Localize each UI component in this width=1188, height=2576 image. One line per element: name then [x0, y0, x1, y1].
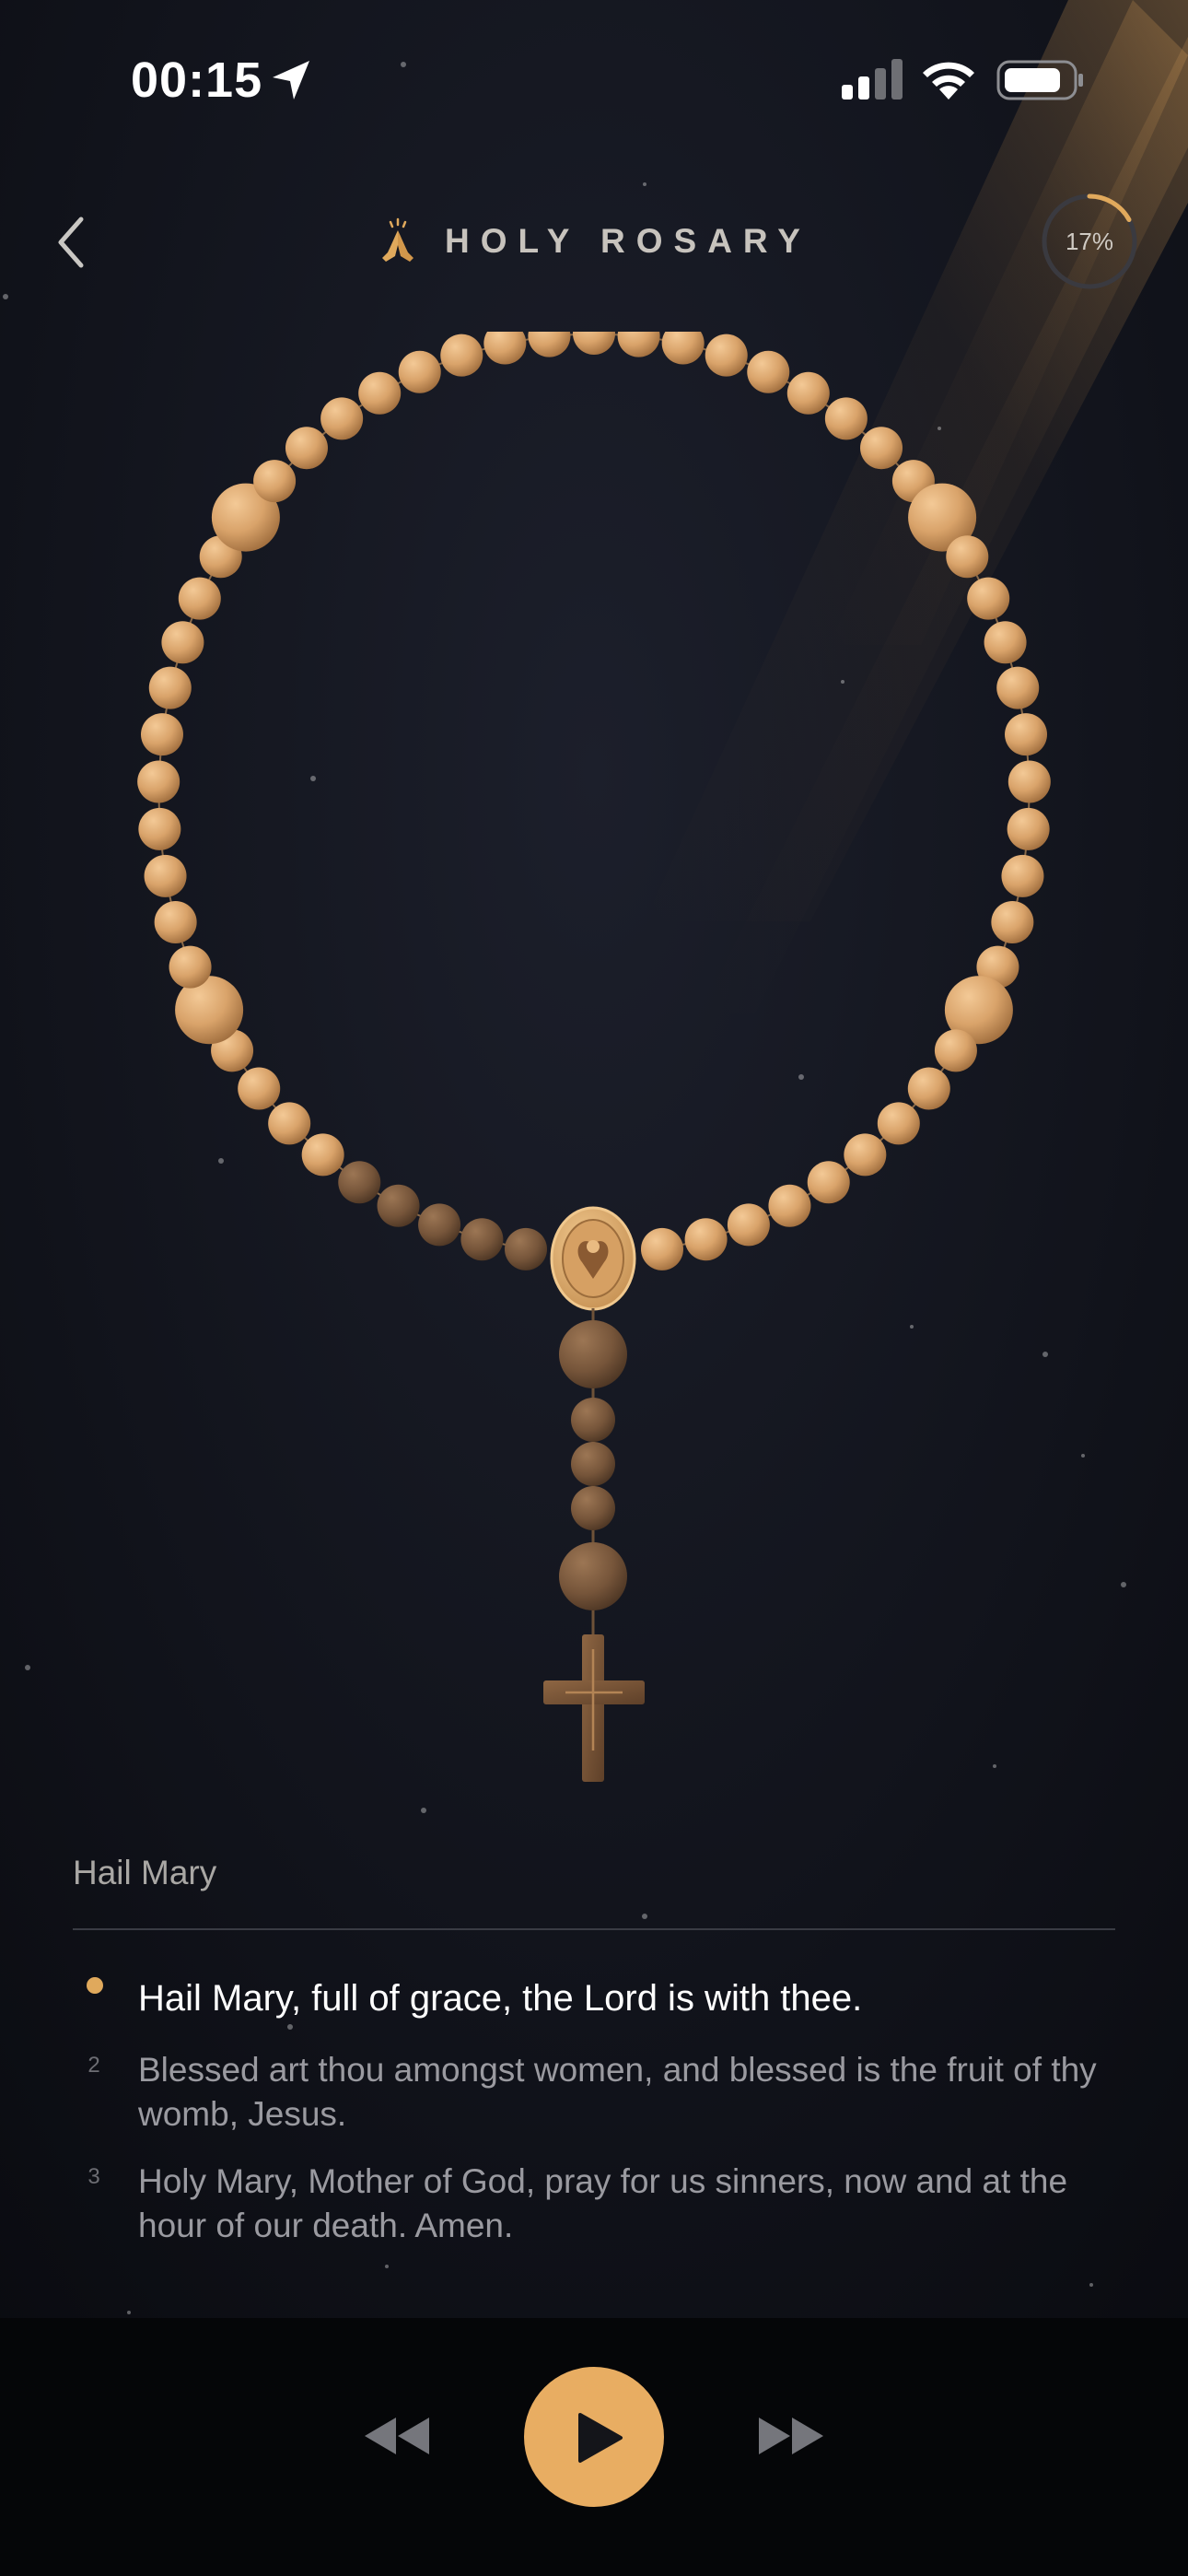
hail-mary-bead: [1001, 854, 1044, 897]
prayer-line[interactable]: Blessed art thou amongst women, and bles…: [138, 2048, 1114, 2137]
bead-prayed: [460, 1218, 504, 1261]
hail-mary-bead: [661, 332, 705, 365]
hail-mary-bead: [996, 666, 1040, 709]
hail-mary-bead: [844, 1133, 887, 1177]
location-arrow-icon: [273, 61, 309, 100]
prayer-name: Hail Mary: [73, 1854, 217, 1891]
hail-mary-bead: [169, 945, 212, 989]
hail-mary-bead: [967, 577, 1010, 620]
progress-percent: 17%: [1065, 227, 1114, 255]
hail-mary-bead: [786, 371, 830, 415]
page-header: HOLY ROSARY: [0, 214, 1188, 269]
divider: [73, 1928, 1115, 1930]
hail-mary-bead: [807, 1161, 850, 1204]
play-icon: [578, 2413, 623, 2463]
hail-mary-bead: [946, 535, 989, 579]
page-title: HOLY ROSARY: [445, 222, 811, 260]
hail-mary-bead: [1007, 760, 1051, 803]
hail-mary-bead: [617, 332, 660, 357]
hail-mary-bead: [440, 334, 483, 377]
bead-prayed: [505, 1227, 548, 1270]
praying-hands-icon: [382, 217, 414, 262]
bead-prayed: [338, 1161, 381, 1204]
line-number: 3: [87, 2164, 100, 2189]
hail-mary-bead: [483, 332, 527, 365]
hail-mary-bead: [148, 666, 192, 709]
rewind-icon[interactable]: [361, 2414, 433, 2458]
hail-mary-bead: [238, 1067, 281, 1110]
hail-mary-bead: [268, 1102, 311, 1145]
prayer-line[interactable]: Holy Mary, Mother of God, pray for us si…: [138, 2160, 1114, 2248]
hail-mary-bead: [991, 900, 1034, 943]
status-time: 00:15: [131, 53, 263, 108]
hail-mary-bead: [398, 350, 441, 393]
current-line-indicator: [87, 1977, 103, 1994]
hail-mary-bead: [984, 621, 1027, 664]
hail-mary-bead: [154, 900, 197, 943]
cellular-signal-icon: [842, 59, 903, 100]
hail-mary-bead: [528, 332, 571, 357]
hail-mary-bead: [137, 760, 181, 803]
hail-mary-bead: [1007, 807, 1050, 850]
hail-mary-bead: [747, 350, 790, 393]
hail-mary-bead: [727, 1203, 770, 1247]
hail-mary-bead: [860, 427, 903, 470]
bead-prayed: [418, 1203, 461, 1247]
crucifix: [543, 1634, 645, 1782]
rosary-illustration: [137, 332, 1051, 1782]
hail-mary-bead: [320, 397, 364, 440]
line-number: 2: [87, 2053, 100, 2078]
hail-mary-bead: [934, 1029, 977, 1072]
hail-mary-bead: [684, 1218, 728, 1261]
hail-mary-bead: [301, 1133, 344, 1177]
wifi-icon: [923, 62, 974, 100]
hail-mary-bead: [705, 334, 748, 377]
hail-mary-bead: [573, 332, 615, 355]
hail-mary-bead: [138, 807, 181, 850]
play-button[interactable]: [524, 2367, 664, 2507]
hail-mary-bead: [768, 1184, 811, 1227]
center-medal: [550, 1206, 636, 1311]
hail-mary-bead: [140, 713, 183, 756]
our-father-bead: [559, 1542, 627, 1610]
hail-mary-bead: [640, 1227, 683, 1270]
bead-prayed: [377, 1184, 420, 1227]
hail-mary-bead: [1005, 713, 1048, 756]
battery-icon: [996, 60, 1083, 100]
pendant-bead: [571, 1486, 615, 1530]
hail-mary-bead: [907, 1067, 950, 1110]
hail-mary-bead: [877, 1102, 920, 1145]
pendant-bead: [571, 1442, 615, 1486]
prayer-line-current[interactable]: Hail Mary, full of grace, the Lord is wi…: [138, 1976, 1114, 2020]
hail-mary-bead: [253, 460, 297, 503]
hail-mary-bead: [824, 397, 868, 440]
hail-mary-bead: [285, 427, 328, 470]
fast-forward-icon[interactable]: [755, 2414, 827, 2458]
our-father-bead: [559, 1320, 627, 1388]
hail-mary-bead: [144, 854, 187, 897]
hail-mary-bead: [178, 577, 221, 620]
hail-mary-bead: [358, 371, 402, 415]
hail-mary-bead: [161, 621, 204, 664]
pendant-bead: [571, 1398, 615, 1442]
